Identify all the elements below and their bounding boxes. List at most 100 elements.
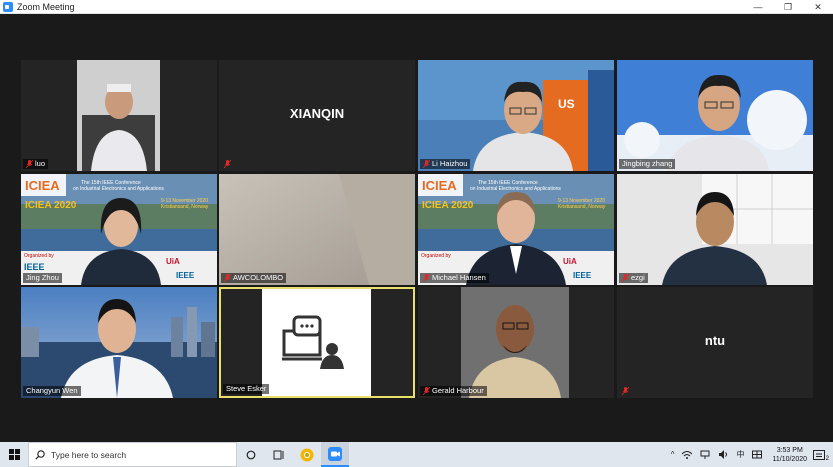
participant-name-tag	[221, 159, 234, 169]
participant-name-tag: Changyun Wen	[23, 386, 81, 396]
participant-name-tag: AWCOLOMBO	[221, 273, 287, 283]
participant-tile[interactable]: ezgi	[617, 174, 813, 285]
search-placeholder: Type here to search	[51, 449, 127, 460]
presenter-icon	[282, 315, 344, 369]
participant-name: Jingbing zhang	[622, 159, 673, 168]
participant-name: AWCOLOMBO	[233, 273, 284, 282]
volume-icon[interactable]	[718, 450, 728, 459]
svg-text:on Industrial Electronics and: on Industrial Electronics and Applicatio…	[470, 186, 561, 192]
network-icon[interactable]	[700, 450, 710, 459]
participant-name-tag: Steve Esker	[223, 384, 270, 394]
taskbar-search-box[interactable]: Type here to search	[28, 442, 237, 467]
participant-name: Gerald Harbour	[432, 386, 484, 395]
taskbar-app-chrome[interactable]	[293, 442, 321, 467]
mic-muted-icon	[622, 387, 629, 395]
notification-icon	[813, 449, 825, 460]
video-feed	[77, 60, 160, 171]
maximize-button[interactable]: ❐	[773, 0, 803, 14]
video-feed	[461, 287, 569, 398]
participant-tile[interactable]: Gerald Harbour	[418, 287, 614, 398]
conference-banner: ICIEA ICIEA 2020 The 15th IEEE Conferenc…	[21, 174, 217, 285]
browser-icon	[300, 448, 314, 461]
participant-tile-active-speaker[interactable]: Steve Esker	[219, 287, 415, 398]
mic-muted-icon	[423, 387, 430, 395]
video-feed	[617, 60, 813, 171]
participant-tile[interactable]: luo	[21, 60, 217, 171]
participant-name-tag: Jing Zhou	[23, 273, 62, 283]
video-feed	[21, 287, 217, 398]
participant-display-name: ntu	[704, 333, 726, 348]
clock-date: 11/10/2020	[772, 455, 807, 463]
presentation-image	[262, 289, 371, 396]
svg-text:on Industrial Electronics and: on Industrial Electronics and Applicatio…	[73, 186, 164, 192]
participant-tile[interactable]: XIANQIN	[219, 60, 415, 171]
svg-text:Organized by: Organized by	[24, 253, 54, 259]
participant-tile[interactable]: Changyun Wen	[21, 287, 217, 398]
participant-tile[interactable]: Jingbing zhang	[617, 60, 813, 171]
notification-center-button[interactable]: 2	[813, 448, 829, 462]
participant-tile[interactable]: ntu	[617, 287, 813, 398]
clock-time: 3:53 PM	[776, 446, 803, 454]
participant-name: luo	[35, 159, 46, 168]
svg-text:ICIEA 2020: ICIEA 2020	[25, 200, 77, 211]
window-controls: — ❐ ✕	[743, 0, 833, 14]
system-tray: ^ 中 3:53 PM 11/10/2020 2	[667, 442, 833, 467]
participant-name: Jing Zhou	[26, 273, 59, 282]
participant-name: Changyun Wen	[26, 386, 78, 395]
svg-text:US: US	[558, 97, 575, 111]
participant-name-tag: Michael Hansen	[420, 273, 489, 283]
video-feed	[617, 174, 813, 285]
participant-name: ezgi	[631, 273, 645, 282]
zoom-icon	[328, 446, 342, 461]
taskbar-app-zoom[interactable]	[321, 442, 349, 467]
svg-text:IEEE: IEEE	[24, 262, 45, 272]
participant-tile[interactable]: ICIEA ICIEA 2020 The 15th IEEE Conferenc…	[21, 174, 217, 285]
participant-name-tag: Li Haizhou	[420, 159, 471, 169]
cortana-button[interactable]	[237, 442, 265, 467]
participant-tile[interactable]: ICIEA ICIEA 2020 The 15th IEEE Conferenc…	[418, 174, 614, 285]
mic-muted-icon	[423, 160, 430, 168]
svg-text:ICIEA: ICIEA	[422, 178, 457, 193]
window-title: Zoom Meeting	[17, 1, 75, 12]
svg-text:ICIEA 2020: ICIEA 2020	[422, 200, 474, 211]
wifi-icon[interactable]	[682, 450, 693, 459]
system-clock[interactable]: 3:53 PM 11/10/2020	[772, 446, 807, 464]
participant-name-tag: Jingbing zhang	[619, 159, 676, 169]
notification-count: 2	[825, 455, 829, 462]
video-feed	[219, 174, 415, 285]
svg-text:Kristiansand, Norway: Kristiansand, Norway	[558, 204, 606, 210]
gallery-view: luo XIANQIN US Li Haizhou Jingbing zhang…	[0, 14, 833, 442]
zoom-app-icon	[3, 1, 13, 12]
participant-name: Steve Esker	[226, 384, 267, 393]
participant-tile[interactable]: US Li Haizhou	[418, 60, 614, 171]
mic-muted-icon	[423, 274, 430, 282]
svg-text:UiA: UiA	[563, 257, 577, 266]
person-silhouette	[461, 287, 569, 398]
person-silhouette	[77, 60, 160, 171]
participant-name: Michael Hansen	[432, 273, 486, 282]
participant-tile[interactable]: AWCOLOMBO	[219, 174, 415, 285]
participant-name-tag: Gerald Harbour	[420, 386, 487, 396]
minimize-button[interactable]: —	[743, 0, 773, 14]
mic-muted-icon	[224, 160, 231, 168]
ime-indicator[interactable]: 中	[736, 449, 744, 460]
task-view-button[interactable]	[265, 442, 293, 467]
windows-logo-icon	[8, 449, 20, 460]
mic-muted-icon	[26, 160, 33, 168]
start-button[interactable]	[0, 442, 28, 467]
window-titlebar: Zoom Meeting — ❐ ✕	[0, 0, 833, 14]
svg-text:Kristiansand, Norway: Kristiansand, Norway	[161, 204, 209, 210]
svg-text:IEEE: IEEE	[176, 271, 195, 280]
close-button[interactable]: ✕	[803, 0, 833, 14]
participant-name: Li Haizhou	[432, 159, 468, 168]
tray-overflow-chevron-icon[interactable]: ^	[671, 450, 675, 459]
participant-name-tag	[619, 386, 632, 396]
iciea-logo: ICIEA	[25, 178, 60, 193]
keyboard-icon[interactable]	[752, 450, 763, 459]
svg-text:Organized by: Organized by	[421, 253, 451, 259]
conference-banner: ICIEA ICIEA 2020 The 15th IEEE Conferenc…	[418, 174, 614, 285]
video-feed: US	[418, 60, 614, 171]
cortana-circle-icon	[246, 450, 256, 459]
svg-text:UiA: UiA	[166, 257, 180, 266]
mic-muted-icon	[224, 274, 231, 282]
